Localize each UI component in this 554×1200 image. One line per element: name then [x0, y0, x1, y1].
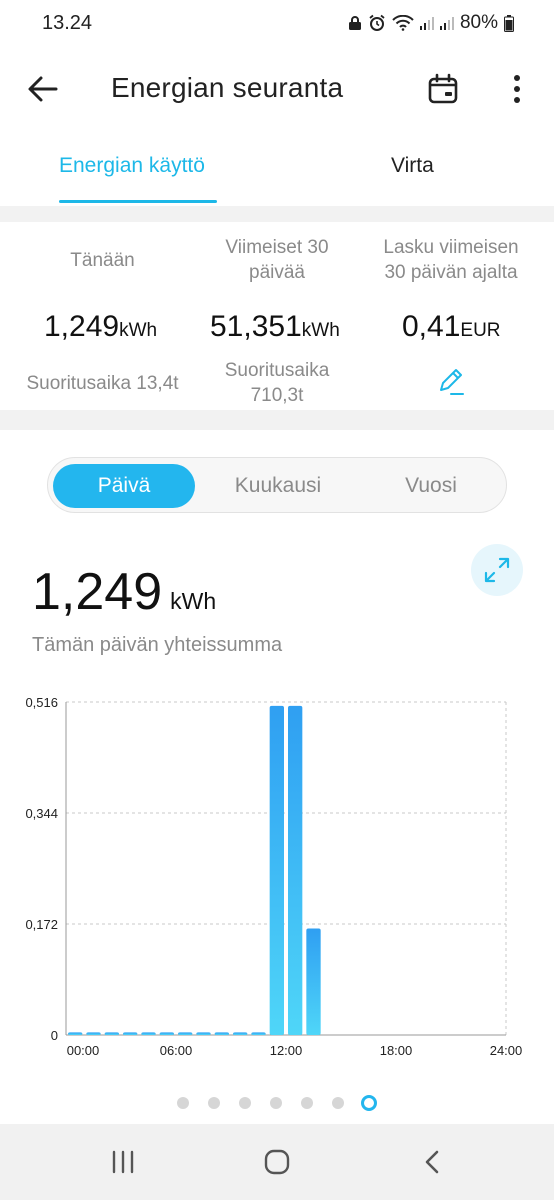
wifi-icon [392, 15, 414, 31]
today-label: Tänään [70, 250, 135, 271]
chart-bar [288, 705, 303, 1035]
page-dot[interactable] [270, 1097, 282, 1109]
today-value-unit: kWh [119, 320, 158, 341]
divider [0, 206, 554, 222]
battery-icon [504, 14, 514, 32]
home-icon [264, 1149, 290, 1175]
y-tick-label: 0 [51, 1028, 58, 1043]
period-month-button[interactable]: Kuukausi [208, 464, 348, 508]
signal-icon-2 [439, 17, 454, 30]
last30-runtime-line1: Suoritusaika [224, 360, 330, 381]
bill-value-number: 0,41 [402, 310, 461, 343]
status-bar: 13.24 80% [0, 0, 554, 46]
today-value: 1,249kWh [44, 310, 157, 344]
total-caption: Tämän päivän yhteissumma [32, 634, 283, 656]
system-nav-bar [0, 1124, 554, 1200]
signal-icon [419, 17, 434, 30]
y-tick-label: 0,172 [25, 917, 58, 932]
x-tick-label: 12:00 [270, 1043, 303, 1058]
active-tab-indicator [59, 200, 217, 203]
x-tick-label: 18:00 [380, 1043, 413, 1058]
chart-bar [123, 1032, 138, 1035]
lock-icon [348, 16, 361, 30]
chart-bar [196, 1032, 211, 1035]
page-dot[interactable] [177, 1097, 189, 1109]
page-title: Energian seuranta [111, 72, 344, 103]
chart-bar [233, 1032, 248, 1035]
bill-value-unit: EUR [460, 320, 501, 341]
y-tick-label: 0,516 [25, 695, 58, 710]
x-tick-label: 24:00 [490, 1043, 523, 1058]
energy-bar-chart: 0 0,172 0,344 0,516 00:00 06:00 12:00 18:00 24:0… [25, 695, 523, 1058]
chart-bar [214, 1032, 229, 1035]
page-dot[interactable] [208, 1097, 220, 1109]
today-runtime: Suoritusaika 13,4t [26, 373, 179, 394]
home-button[interactable] [257, 1142, 297, 1182]
divider [0, 410, 554, 430]
back-button[interactable] [22, 68, 64, 110]
last30-value: 51,351kWh [210, 310, 340, 344]
expand-chart-button[interactable] [471, 544, 523, 596]
tab-bar: Energian käyttö Virta [0, 132, 554, 206]
more-vertical-icon [514, 75, 520, 103]
page-indicator [0, 1094, 554, 1112]
chart-bar [178, 1032, 193, 1035]
system-back-button[interactable] [412, 1142, 452, 1182]
energy-chart: 0 0,172 0,344 0,516 00:00 06:00 12:00 18:00 24:0… [0, 680, 554, 1070]
period-selector: Päivä Kuukausi Vuosi [47, 457, 507, 513]
bill-label: Lasku viimeisen 30 päivän ajalta [365, 235, 537, 285]
chevron-left-icon [425, 1150, 439, 1174]
chart-bar [141, 1032, 156, 1035]
status-icons: 80% [348, 12, 514, 34]
last30-runtime-line2: 710,3t [250, 385, 304, 406]
battery-percent: 80% [459, 12, 498, 33]
bill-label-line2: 30 päivän ajalta [384, 262, 518, 283]
recents-icon [112, 1150, 134, 1174]
last30-value-number: 51,351 [210, 310, 302, 343]
period-year-button[interactable]: Vuosi [361, 464, 501, 508]
chart-bar [104, 1032, 119, 1035]
period-day-button[interactable]: Päivä [53, 464, 195, 508]
total-energy-value: 1,249 [32, 563, 163, 621]
tab-energy-usage[interactable]: Energian käyttö [59, 154, 205, 178]
chart-bar [269, 705, 284, 1035]
bill-label-line1: Lasku viimeisen [383, 237, 519, 258]
expand-icon [484, 557, 510, 583]
alarm-icon [369, 14, 385, 31]
total-energy: 1,249 kWh [32, 562, 216, 622]
last30-value-unit: kWh [301, 320, 340, 341]
page-dot[interactable] [239, 1097, 251, 1109]
edit-price-button[interactable] [435, 366, 467, 398]
bill-value: 0,41EUR [402, 310, 501, 344]
last30-label: Viimeiset 30 päivää [193, 235, 361, 285]
chart-bar [251, 1032, 266, 1035]
status-time: 13.24 [42, 12, 93, 34]
last30-label-line1: Viimeiset 30 [225, 237, 329, 258]
chart-bar [68, 1032, 83, 1035]
x-tick-label: 00:00 [67, 1043, 100, 1058]
recents-button[interactable] [103, 1142, 143, 1182]
calendar-icon [428, 73, 458, 104]
chart-bar [306, 928, 321, 1035]
page-dot[interactable] [301, 1097, 313, 1109]
chart-bar [86, 1032, 101, 1035]
pencil-icon [440, 369, 464, 395]
y-tick-label: 0,344 [25, 806, 58, 821]
chart-bar [159, 1032, 174, 1035]
summary-panel: Tänään Viimeiset 30 päivää Lasku viimeis… [0, 222, 554, 410]
more-options-button[interactable] [497, 68, 537, 110]
arrow-left-icon [28, 76, 58, 102]
today-value-number: 1,249 [44, 310, 120, 343]
page-dot-active[interactable] [361, 1095, 377, 1111]
last30-label-line2: päivää [249, 262, 305, 283]
x-tick-label: 06:00 [160, 1043, 193, 1058]
page-dot[interactable] [332, 1097, 344, 1109]
tab-current[interactable]: Virta [391, 154, 434, 178]
total-energy-unit: kWh [170, 588, 217, 614]
last30-runtime: Suoritusaika 710,3t [193, 358, 361, 408]
app-bar: Energian seuranta [0, 46, 554, 132]
calendar-button[interactable] [422, 68, 464, 110]
